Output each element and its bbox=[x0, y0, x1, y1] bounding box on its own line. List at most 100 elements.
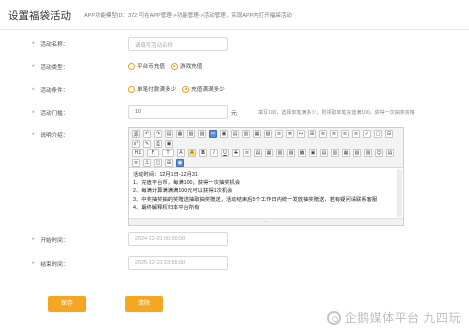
superscript-x2-icon[interactable]: x² bbox=[132, 140, 140, 148]
threshold-unit: 元 bbox=[231, 111, 238, 117]
anchor-icon[interactable]: ▨ bbox=[364, 149, 372, 157]
radio-game-recharge[interactable]: 游戏充值 bbox=[170, 62, 202, 70]
align-center-icon[interactable]: ▧ bbox=[264, 130, 272, 138]
content-line: 3、中奖抽奖抽的奖赠送抽取抽奖赠送，活动结束后5个工作日内统一发放抽奖赠送，若有… bbox=[133, 196, 378, 203]
subscript-icon[interactable]: ≡ bbox=[341, 130, 349, 138]
radio-circle-icon bbox=[128, 85, 135, 93]
numbered-list-icon[interactable]: ↔ bbox=[297, 130, 305, 138]
radio-single-payment[interactable]: 单笔付款满多少 bbox=[128, 85, 176, 93]
page-break-icon[interactable]: ▧ bbox=[353, 149, 361, 157]
toolbar-row-1: 源 ↶ ↷ ▤ ▦ ▧ ▨ ✂ ▣ ▤ ▥ ▦ ▧ ≡ ≣ ↔ ⊞ ≡ ≡ ≡ … bbox=[132, 130, 393, 138]
preview-icon[interactable]: ▤ bbox=[165, 130, 173, 138]
activity-condition-radios: 单笔付款满多少 充值满满多少 bbox=[128, 85, 225, 93]
editor-toolbar: 源 ↶ ↷ ▤ ▦ ▧ ▨ ✂ ▣ ▤ ▥ ▦ ▧ ≡ ≣ ↔ ⊞ ≡ ≡ ≡ … bbox=[129, 128, 403, 168]
font-family-icon[interactable]: F bbox=[147, 149, 159, 157]
template-icon[interactable]: ▦ bbox=[176, 130, 184, 138]
justify-icon[interactable]: ≣ bbox=[286, 130, 294, 138]
editor-content[interactable]: 活动时间：12月1日-12月31 1、充值平台币，每满100，获得一次抽奖机会 … bbox=[133, 171, 399, 212]
multi-image-icon[interactable]: ▦ bbox=[265, 149, 273, 157]
toolbar-row-2: x² ✎ ⎙ ▣ bbox=[132, 140, 173, 148]
line-height-icon[interactable]: ≡ bbox=[243, 149, 251, 157]
table-icon[interactable]: ▣ bbox=[165, 140, 173, 148]
content-line: 4、最终解释权归本平台所有 bbox=[133, 204, 200, 211]
horizontal-rule-icon[interactable]: ▤ bbox=[320, 149, 328, 157]
grid-icon[interactable]: ⊞ bbox=[165, 159, 173, 167]
radio-selected-icon bbox=[170, 62, 178, 70]
paste-word-icon[interactable]: ▥ bbox=[242, 130, 250, 138]
start-time-input[interactable]: 2024-12-01 00:00:00 bbox=[128, 232, 228, 246]
quickformat-icon[interactable]: ≡ bbox=[132, 159, 140, 167]
flash-icon[interactable]: ▧ bbox=[276, 149, 284, 157]
required-mark: * bbox=[32, 262, 35, 268]
required-mark: * bbox=[32, 133, 35, 139]
image-icon[interactable]: ▤ bbox=[254, 149, 262, 157]
end-time-input[interactable]: 2025-12-31 23:55:00 bbox=[128, 256, 228, 270]
align-left-icon[interactable]: ▦ bbox=[253, 130, 261, 138]
underline-icon[interactable]: U bbox=[221, 149, 229, 157]
align-right-icon[interactable]: ≡ bbox=[275, 130, 283, 138]
content-line: 2、每满计算满满满100元可以获得1次机会 bbox=[133, 188, 233, 195]
code-icon[interactable]: ▧ bbox=[187, 130, 195, 138]
bold-icon[interactable]: B bbox=[199, 149, 207, 157]
activity-name-label: * 活动名称： bbox=[32, 42, 69, 48]
insert-table-icon[interactable]: ▣ bbox=[309, 149, 317, 157]
unlink-icon[interactable]: ◫ bbox=[154, 159, 162, 167]
paste-text-icon[interactable]: ▤ bbox=[231, 130, 239, 138]
resize-handle-icon[interactable]: ⋯ bbox=[129, 218, 403, 225]
undo-icon[interactable]: ↶ bbox=[143, 130, 151, 138]
italic-icon[interactable]: I bbox=[210, 149, 218, 157]
activity-type-radios: 平台币充值 游戏充值 bbox=[128, 62, 202, 70]
clear-button[interactable]: 清除 bbox=[125, 296, 163, 312]
strikethrough-icon[interactable]: S bbox=[232, 149, 240, 157]
paste-icon[interactable]: ▣ bbox=[220, 130, 228, 138]
map-icon[interactable]: ▥ bbox=[331, 149, 339, 157]
superscript-icon[interactable]: ≡ bbox=[352, 130, 360, 138]
watermark-text: 企鹅媒体平台 九四玩 bbox=[344, 311, 461, 325]
link-icon[interactable]: ⚓ bbox=[143, 159, 151, 167]
save-button[interactable]: 保存 bbox=[48, 296, 86, 312]
clear-format-icon[interactable]: ✓ bbox=[363, 130, 371, 138]
fullscreen-icon[interactable]: ⊟ bbox=[385, 130, 393, 138]
copy-icon[interactable]: ✂ bbox=[209, 130, 217, 138]
threshold-hint: 填写100，选择单笔满多少，则领取单笔充值满100，获得一次抽奖资格 bbox=[258, 110, 415, 116]
end-time-label: * 结束时间： bbox=[32, 262, 69, 268]
special-char-icon[interactable]: ▤ bbox=[386, 149, 394, 157]
radio-total-recharge[interactable]: 充值满满多少 bbox=[182, 85, 225, 93]
watermark: 企鹅媒体平台 九四玩 bbox=[326, 309, 461, 326]
editor-scrollbar[interactable] bbox=[397, 169, 402, 217]
font-color-icon[interactable]: A bbox=[177, 149, 185, 157]
code-block-icon[interactable]: ▦ bbox=[342, 149, 350, 157]
activity-threshold-input[interactable]: 10 bbox=[128, 105, 228, 119]
required-mark: * bbox=[32, 42, 35, 48]
activity-condition-label: * 活动条件： bbox=[32, 88, 69, 94]
required-mark: * bbox=[32, 88, 35, 94]
edit-icon[interactable]: ✎ bbox=[143, 140, 151, 148]
activity-threshold-label: * 活动门槛： bbox=[32, 111, 69, 117]
required-mark: * bbox=[32, 65, 35, 71]
heading-icon[interactable]: H1 bbox=[132, 149, 144, 157]
source-code-icon[interactable]: 源 bbox=[132, 130, 140, 138]
activity-type-label: * 活动类型： bbox=[32, 65, 69, 71]
cut-icon[interactable]: ▨ bbox=[198, 130, 206, 138]
activity-name-input[interactable]: 请填写活动名称 bbox=[128, 37, 228, 51]
radio-selected-icon bbox=[182, 85, 190, 93]
start-time-label: * 开始时间： bbox=[32, 238, 69, 244]
radio-platform-coin[interactable]: 平台币充值 bbox=[128, 62, 165, 70]
rich-text-editor[interactable]: 源 ↶ ↷ ▤ ▦ ▧ ▨ ✂ ▣ ▤ ▥ ▦ ▧ ≡ ≣ ↔ ⊞ ≡ ≡ ≡ … bbox=[128, 127, 404, 226]
redo-icon[interactable]: ↷ bbox=[154, 130, 162, 138]
media-icon[interactable]: ▨ bbox=[287, 149, 295, 157]
bullet-list-icon[interactable]: ⊞ bbox=[308, 130, 316, 138]
print-icon[interactable]: ⎙ bbox=[154, 140, 162, 148]
highlight-icon[interactable]: A bbox=[188, 149, 196, 157]
outdent-icon[interactable]: ≡ bbox=[330, 130, 338, 138]
required-mark: * bbox=[32, 111, 35, 117]
content-line: 活动时间：12月1日-12月31 bbox=[133, 172, 198, 178]
emoticon-icon[interactable]: ☺ bbox=[375, 149, 383, 157]
insert-file-icon[interactable]: ▩ bbox=[298, 149, 306, 157]
font-size-icon[interactable]: T bbox=[162, 149, 174, 157]
help-icon[interactable]: ◉ bbox=[176, 159, 184, 167]
content-line: 1、充值平台币，每满100，获得一次抽奖机会 bbox=[133, 180, 241, 187]
select-all-icon[interactable]: ▢ bbox=[374, 130, 382, 138]
indent-icon[interactable]: ≡ bbox=[319, 130, 327, 138]
radio-circle-icon bbox=[128, 62, 135, 70]
